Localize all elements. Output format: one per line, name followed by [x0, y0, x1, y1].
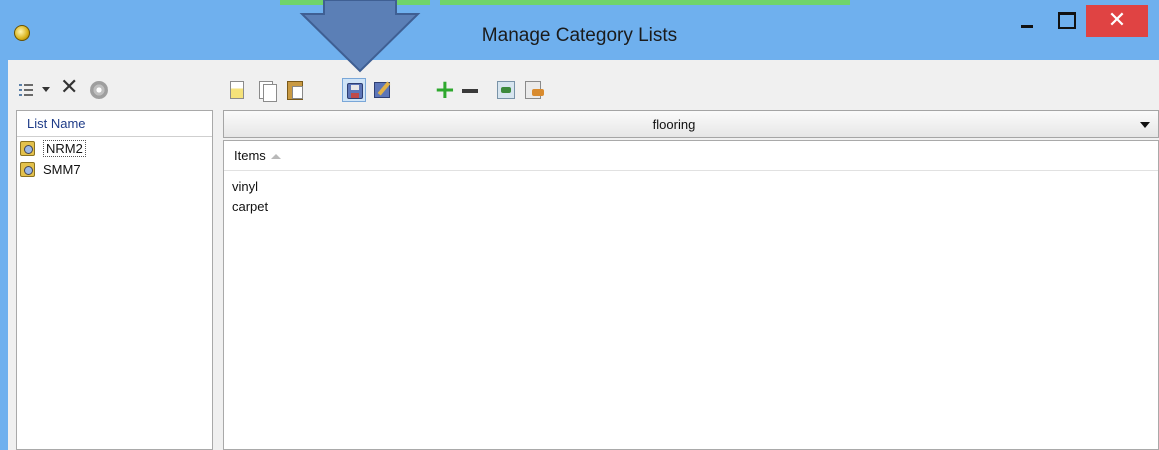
- category-list-icon: [20, 141, 35, 156]
- items-body: vinyl carpet: [224, 171, 1158, 217]
- list-view-button[interactable]: [14, 78, 38, 102]
- save-button[interactable]: [342, 78, 366, 102]
- delete-icon: ✕: [60, 75, 79, 100]
- settings-gear-icon: [90, 81, 108, 99]
- edit-icon: [374, 82, 390, 98]
- list-item-label: NRM2: [43, 140, 86, 157]
- sort-ascending-icon: [270, 154, 281, 160]
- table-row[interactable]: vinyl: [224, 177, 1158, 197]
- save-icon: [347, 83, 363, 99]
- edit-button[interactable]: [370, 78, 394, 102]
- export-button[interactable]: [522, 78, 546, 102]
- import-icon: [497, 81, 515, 99]
- settings-button[interactable]: [87, 78, 111, 102]
- maximize-button[interactable]: [1048, 5, 1082, 37]
- add-icon: +: [434, 75, 456, 105]
- list-name-panel[interactable]: List Name NRM2 SMM7: [16, 110, 213, 450]
- add-item-button[interactable]: +: [431, 75, 456, 105]
- close-button[interactable]: ✕: [1086, 5, 1148, 37]
- remove-item-button[interactable]: [458, 78, 482, 102]
- export-icon: [525, 81, 544, 99]
- copy-icon: [263, 84, 277, 102]
- client-area: ✕ + List Name NRM2 SMM7 flooring Items v…: [8, 60, 1159, 450]
- dropdown-arrow-icon: [42, 87, 50, 92]
- copy-button[interactable]: [254, 78, 278, 102]
- table-row[interactable]: carpet: [224, 197, 1158, 217]
- new-icon: [230, 81, 244, 99]
- items-table[interactable]: Items vinyl carpet: [223, 140, 1159, 450]
- close-icon: ✕: [1107, 8, 1127, 33]
- paste-button[interactable]: [283, 78, 307, 102]
- items-column-header[interactable]: Items: [224, 141, 1158, 171]
- category-select-value: flooring: [652, 117, 696, 132]
- new-button[interactable]: [225, 78, 249, 102]
- list-item-label: SMM7: [43, 162, 81, 177]
- items-header-label: Items: [234, 148, 266, 163]
- chevron-down-icon: [1140, 122, 1150, 128]
- minimize-button[interactable]: [1010, 5, 1044, 37]
- list-item-smm7[interactable]: SMM7: [17, 160, 212, 179]
- window-frame: Manage Category Lists ✕ ✕ + List Name NR…: [0, 0, 1159, 450]
- title-bar[interactable]: Manage Category Lists: [0, 5, 1159, 60]
- remove-icon: [462, 89, 478, 93]
- list-name-header[interactable]: List Name: [17, 111, 212, 137]
- list-view-icon: [19, 83, 33, 97]
- list-item-nrm2[interactable]: NRM2: [17, 139, 212, 158]
- list-view-dropdown[interactable]: [38, 78, 52, 102]
- category-list-icon: [20, 162, 35, 177]
- paste-icon: [287, 81, 303, 100]
- import-button[interactable]: [494, 78, 518, 102]
- delete-list-button[interactable]: ✕: [58, 75, 82, 102]
- category-select[interactable]: flooring: [223, 110, 1159, 138]
- window-title: Manage Category Lists: [481, 25, 678, 46]
